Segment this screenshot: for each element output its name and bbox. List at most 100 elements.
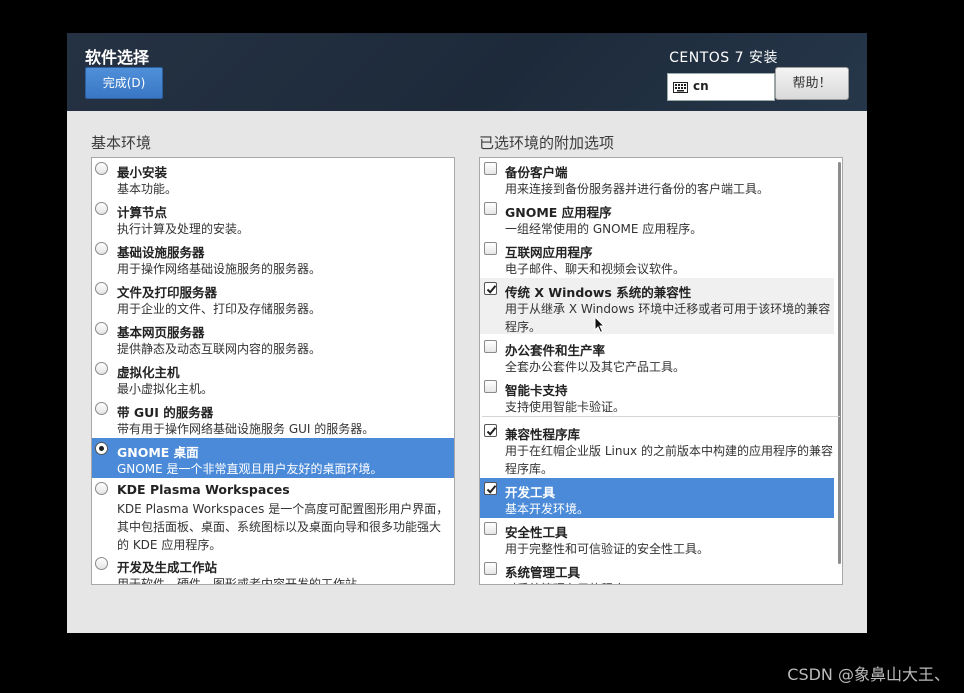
addons-label: 已选环境的附加选项 [479, 134, 615, 152]
addon-name: 智能卡支持 [505, 383, 568, 398]
header-bar: 软件选择 完成(D) CENTOS 7 安装 cn 帮助！ [67, 33, 867, 111]
radio-button[interactable] [95, 442, 108, 455]
done-button[interactable]: 完成(D) [85, 67, 163, 99]
checkbox[interactable] [484, 522, 497, 535]
base-env-description: 用于操作网络基础设施服务的服务器。 [117, 262, 322, 276]
base-env-item[interactable]: 开发及生成工作站用于软件、硬件、图形或者内容开发的工作站。 [92, 553, 454, 585]
radio-button[interactable] [95, 162, 108, 175]
mouse-cursor-icon [594, 316, 606, 334]
base-env-description: 最小虚拟化主机。 [117, 382, 214, 396]
base-environment-list[interactable]: 最小安装基本功能。计算节点执行计算及处理的安装。 基础设施服务器用于操作网络基础设… [91, 157, 455, 585]
base-env-item[interactable]: 最小安装 基本功能。 [92, 158, 454, 198]
base-env-name: 基础设施服务器 [117, 245, 205, 260]
addon-description: 对系统管理有用的程序。 [505, 580, 837, 584]
checkmark-icon [486, 285, 497, 294]
base-env-name: 计算节点 [117, 205, 168, 220]
base-env-item[interactable]: GNOME 桌面 GNOME 是一个非常直观且用户友好的桌面环境。 [92, 438, 454, 478]
base-env-item[interactable]: 文件及打印服务器用于企业的文件、打印及存储服务器。 [92, 278, 454, 318]
base-env-name: 文件及打印服务器 [117, 285, 218, 300]
list-divider [482, 416, 840, 417]
base-env-description: 用于软件、硬件、图形或者内容开发的工作站。 [117, 577, 370, 585]
base-env-item[interactable]: KDE Plasma Workspaces KDE Plasma Workspac… [92, 478, 454, 553]
addon-name: 备份客户端 [505, 165, 568, 180]
checkmark-icon [486, 427, 497, 436]
page-title: 软件选择 [85, 48, 150, 67]
addon-description: 基本开发环境。 [505, 502, 590, 516]
addon-description: 全套办公套件以及其它产品工具。 [505, 360, 686, 374]
radio-button[interactable] [95, 402, 108, 415]
addon-item[interactable]: 办公套件和生产率全套办公套件以及其它产品工具。 [480, 336, 834, 376]
base-env-name: 带 GUI 的服务器 [117, 405, 214, 420]
addon-description: 用于完整性和可信验证的安全性工具。 [505, 542, 710, 556]
addon-item[interactable]: 兼容性程序库用于在红帽企业版 Linux 的之前版本中构建的应用程序的兼容程序库… [480, 420, 834, 476]
checkbox[interactable] [484, 340, 497, 353]
addon-item[interactable]: 互联网应用程序电子邮件、聊天和视频会议软件。 [480, 238, 834, 278]
addon-description: 用于从继承 X Windows 环境中迁移或者可用于该环境的兼容程序。 [505, 302, 831, 334]
addon-item[interactable]: 系统管理工具对系统管理有用的程序。 [480, 558, 837, 584]
checkmark-icon [486, 485, 497, 494]
checkbox[interactable] [484, 482, 497, 495]
addon-list-scrollbar[interactable] [838, 162, 841, 564]
base-env-item[interactable]: 计算节点执行计算及处理的安装。 [92, 198, 454, 238]
checkbox[interactable] [484, 282, 497, 295]
addon-item[interactable]: GNOME 应用程序一组经常使用的 GNOME 应用程序。 [480, 198, 834, 238]
addon-description: 一组经常使用的 GNOME 应用程序。 [505, 222, 703, 236]
base-env-description: 基本功能。 [117, 182, 178, 196]
base-environment-label: 基本环境 [91, 134, 152, 152]
radio-button[interactable] [95, 362, 108, 375]
radio-button[interactable] [95, 282, 108, 295]
addon-item[interactable]: 传统 X Windows 系统的兼容性用于从继承 X Windows 环境中迁移… [480, 278, 834, 334]
addon-name: 兼容性程序库 [505, 427, 581, 442]
checkbox[interactable] [484, 380, 497, 393]
addon-description: 用于在红帽企业版 Linux 的之前版本中构建的应用程序的兼容程序库。 [505, 444, 833, 476]
addon-name: 互联网应用程序 [505, 245, 593, 260]
help-button[interactable]: 帮助！ [775, 67, 849, 100]
base-env-name: 最小安装 [117, 165, 168, 180]
base-env-description: 执行计算及处理的安装。 [117, 222, 250, 236]
addon-name: 开发工具 [505, 485, 556, 500]
addon-name: 安全性工具 [505, 525, 568, 540]
checkbox[interactable] [484, 562, 497, 575]
addon-name: 办公套件和生产率 [505, 343, 606, 358]
addon-name: 系统管理工具 [505, 565, 581, 580]
addon-description: 用来连接到备份服务器并进行备份的客户端工具。 [505, 182, 770, 196]
software-selection-window: 软件选择 完成(D) CENTOS 7 安装 cn 帮助！ 基本环境 已选环境的… [67, 33, 867, 633]
addon-item[interactable]: 智能卡支持支持使用智能卡验证。 [480, 376, 834, 416]
addon-item[interactable]: 开发工具基本开发环境。 [480, 478, 834, 518]
base-env-name: 开发及生成工作站 [117, 560, 218, 575]
checkbox[interactable] [484, 424, 497, 437]
product-title: CENTOS 7 安装 [669, 50, 778, 66]
keyboard-layout-indicator[interactable]: cn [667, 73, 775, 101]
radio-button[interactable] [95, 322, 108, 335]
addon-name: GNOME 应用程序 [505, 205, 612, 220]
radio-button[interactable] [95, 482, 108, 495]
base-env-name: KDE Plasma Workspaces [117, 482, 290, 497]
base-env-name: 虚拟化主机 [117, 365, 180, 380]
base-env-item[interactable]: 虚拟化主机最小虚拟化主机。 [92, 358, 454, 398]
base-env-item[interactable]: 基础设施服务器用于操作网络基础设施服务的服务器。 [92, 238, 454, 278]
radio-button[interactable] [95, 202, 108, 215]
addon-item[interactable]: 安全性工具用于完整性和可信验证的安全性工具。 [480, 518, 834, 558]
base-env-name: GNOME 桌面 [117, 445, 199, 460]
radio-button[interactable] [95, 557, 108, 570]
base-env-name: 基本网页服务器 [117, 325, 205, 340]
watermark: CSDN @象鼻山大王、 [787, 665, 950, 684]
base-env-description: 带有用于操作网络基础设施服务 GUI 的服务器。 [117, 422, 375, 436]
base-env-description: KDE Plasma Workspaces 是一个高度可配置图形用户界面，其中包… [117, 502, 449, 552]
addon-list[interactable]: 备份客户端 用来连接到备份服务器并进行备份的客户端工具。 GNOME 应用程序 一组经… [479, 157, 843, 585]
base-env-item[interactable]: 带 GUI 的服务器带有用于操作网络基础设施服务 GUI 的服务器。 [92, 398, 454, 438]
base-env-item[interactable]: 基本网页服务器提供静态及动态互联网内容的服务器。 [92, 318, 454, 358]
checkbox[interactable] [484, 242, 497, 255]
addon-item[interactable]: 备份客户端用来连接到备份服务器并进行备份的客户端工具。 [480, 158, 834, 198]
base-env-description: 用于企业的文件、打印及存储服务器。 [117, 302, 322, 316]
keyboard-layout-label: cn [693, 79, 709, 93]
keyboard-icon [673, 82, 688, 93]
checkbox[interactable] [484, 162, 497, 175]
addon-description: 支持使用智能卡验证。 [505, 400, 626, 414]
addon-name: 传统 X Windows 系统的兼容性 [505, 285, 692, 300]
base-env-description: 提供静态及动态互联网内容的服务器。 [117, 342, 322, 356]
addon-description: 电子邮件、聊天和视频会议软件。 [505, 262, 686, 276]
radio-button[interactable] [95, 242, 108, 255]
base-env-description: GNOME 是一个非常直观且用户友好的桌面环境。 [117, 462, 383, 476]
checkbox[interactable] [484, 202, 497, 215]
